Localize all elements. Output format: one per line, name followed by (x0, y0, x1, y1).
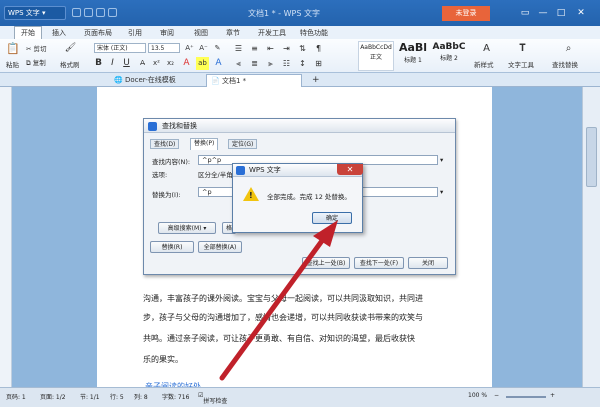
status-pages: 页面: 1/2 (40, 394, 66, 401)
status-section: 节: 1/1 (80, 394, 100, 401)
status-page-number: 页码: 1 (6, 394, 26, 401)
app-window: WPS 文字 ▾ 文档1 * - WPS 文字 未登录 ▭ — □ ✕ 开始 插… (0, 0, 600, 407)
annotation-arrow (219, 220, 338, 381)
zoom-out-button[interactable]: − (494, 392, 499, 399)
status-col: 列: 8 (134, 394, 148, 401)
zoom-in-button[interactable]: + (550, 392, 555, 399)
zoom-level: 100 % (468, 392, 488, 399)
arrow-head (313, 220, 338, 247)
status-words: 字数: 716 (162, 394, 190, 401)
status-row: 行: 5 (110, 394, 124, 401)
spell-check-toggle[interactable]: ☑ 拼写检查 (198, 392, 227, 405)
spell-check-label: 拼写检查 (203, 398, 228, 405)
arrow-shaft (219, 235, 327, 381)
status-bar: 页码: 1 页面: 1/2 节: 1/1 行: 5 列: 8 字数: 716 ☑… (0, 387, 600, 407)
zoom-slider[interactable] (506, 396, 546, 398)
